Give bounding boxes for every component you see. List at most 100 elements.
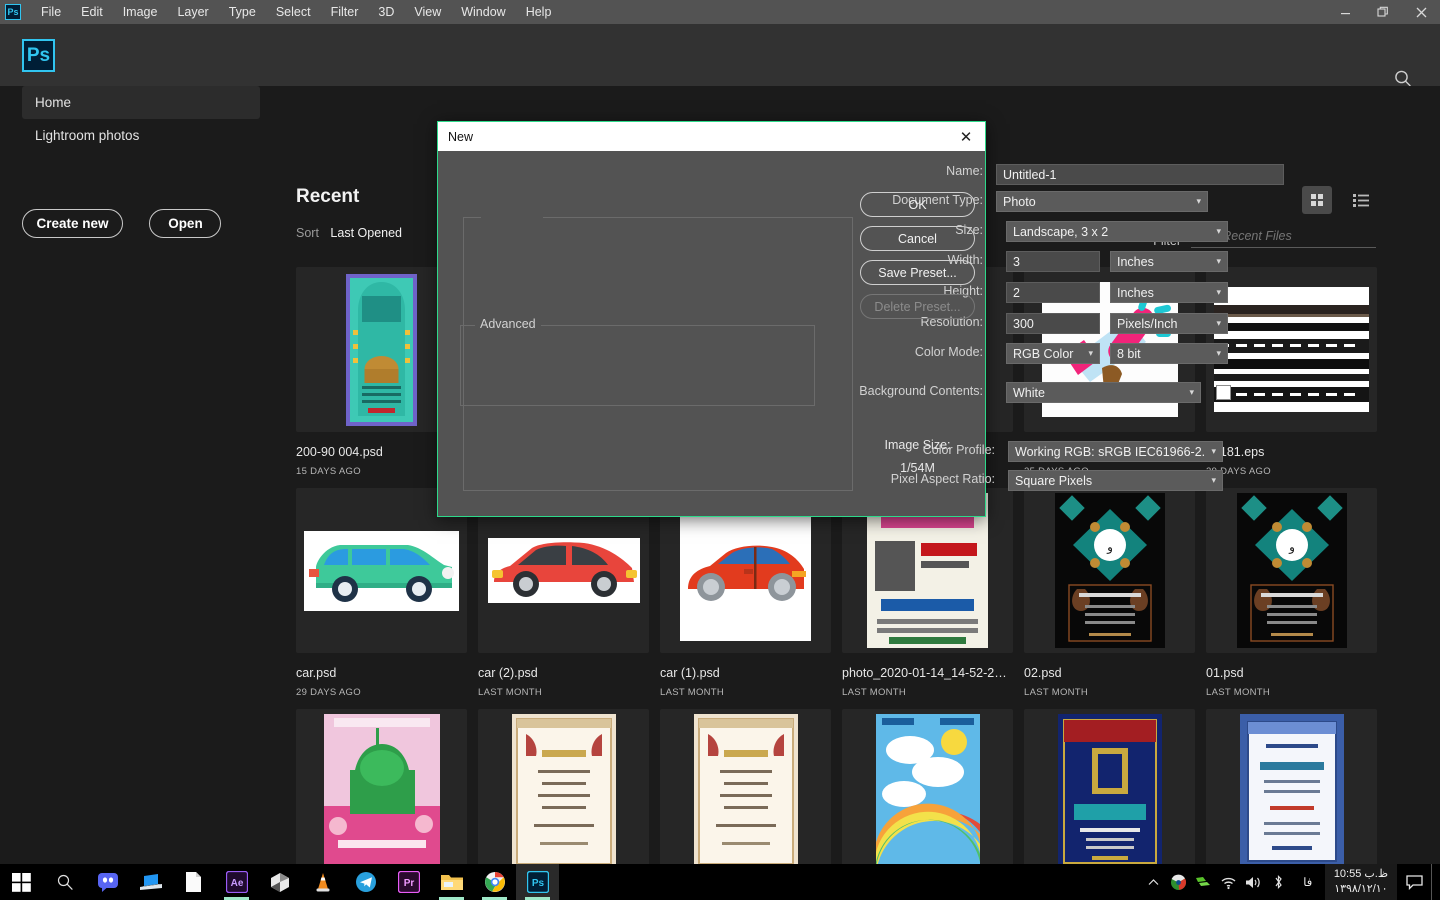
minimize-button[interactable] (1326, 0, 1364, 24)
start-button[interactable] (0, 864, 43, 900)
document-icon[interactable] (172, 864, 215, 900)
resolution-unit-select[interactable]: Pixels/Inch ▾ (1110, 313, 1228, 334)
chevron-down-icon: ▾ (1088, 348, 1093, 358)
chrome-icon[interactable] (473, 864, 516, 900)
menu-help[interactable]: Help (516, 0, 562, 24)
document-name-input[interactable] (996, 164, 1284, 185)
unity-icon[interactable] (258, 864, 301, 900)
vlc-cone-icon[interactable] (301, 864, 344, 900)
height-unit-select[interactable]: Inches ▾ (1110, 282, 1228, 303)
file-thumbnail[interactable]: و (1206, 488, 1377, 653)
file-card[interactable]: 19181.eps 29 DAYS AGO (1206, 267, 1377, 477)
taskbar-search-icon[interactable] (43, 864, 86, 900)
open-button[interactable]: Open (149, 209, 222, 238)
discord-icon[interactable] (86, 864, 129, 900)
file-card[interactable] (296, 709, 467, 887)
file-card[interactable]: car (1).psd LAST MONTH (660, 488, 831, 698)
resolution-input[interactable] (1006, 313, 1100, 334)
notification-icon[interactable] (1397, 874, 1431, 890)
menu-window[interactable]: Window (451, 0, 515, 24)
menu-edit[interactable]: Edit (71, 0, 113, 24)
bit-depth-select[interactable]: 8 bit ▾ (1110, 343, 1228, 364)
close-button[interactable] (1402, 0, 1440, 24)
color-mode-select[interactable]: RGB Color ▾ (1006, 343, 1100, 364)
clock-date: ۱۳۹۸/۱۲/۱۰ (1334, 883, 1388, 895)
advanced-group: Advanced (460, 317, 815, 406)
file-thumbnail[interactable] (478, 709, 649, 874)
premiere-pro-icon[interactable]: Pr (387, 864, 430, 900)
menu-image[interactable]: Image (113, 0, 168, 24)
color-profile-select[interactable]: Working RGB: sRGB IEC61966-2.1 ▾ (1008, 441, 1223, 462)
menu-filter[interactable]: Filter (321, 0, 369, 24)
ok-button[interactable]: OK (860, 192, 975, 217)
background-color-swatch[interactable] (1216, 385, 1231, 400)
sort-value[interactable]: Last Opened (330, 226, 402, 240)
file-date: LAST MONTH (660, 687, 725, 698)
file-thumbnail[interactable] (1206, 267, 1377, 432)
pixel-aspect-ratio-select[interactable]: Square Pixels ▾ (1008, 470, 1223, 491)
window-controls (1326, 0, 1440, 24)
nvidia-icon[interactable] (1191, 875, 1216, 890)
file-card[interactable] (660, 709, 831, 887)
width-unit-select[interactable]: Inches ▾ (1110, 251, 1228, 272)
image-size-label: Image Size: (884, 438, 951, 452)
list-view-icon[interactable] (1346, 186, 1376, 214)
height-input[interactable] (1006, 282, 1100, 303)
maximize-button[interactable] (1364, 0, 1402, 24)
file-thumbnail[interactable] (660, 709, 831, 874)
menu-file[interactable]: File (31, 0, 71, 24)
sidebar-item-home[interactable]: Home (22, 86, 260, 119)
after-effects-icon[interactable]: Ae (215, 864, 258, 900)
file-card[interactable] (1024, 709, 1195, 887)
menu-layer[interactable]: Layer (167, 0, 218, 24)
file-card[interactable]: photo_2020-01-14_14-52-26.... LAST MONTH (842, 488, 1013, 698)
volume-icon[interactable] (1241, 875, 1266, 890)
chevron-up-icon[interactable] (1141, 876, 1166, 889)
language-indicator[interactable]: فا (1291, 875, 1325, 889)
photoshop-taskbar-icon[interactable]: Ps (516, 864, 559, 900)
cancel-button[interactable]: Cancel (860, 226, 975, 251)
image-size-value: 1/54M (900, 461, 935, 475)
width-input[interactable] (1006, 251, 1100, 272)
telegram-icon[interactable] (344, 864, 387, 900)
sidebar-item-label: Lightroom photos (35, 128, 140, 143)
file-card[interactable]: car (2).psd LAST MONTH (478, 488, 649, 698)
close-icon[interactable]: ✕ (955, 128, 977, 146)
file-card[interactable] (478, 709, 649, 887)
file-card[interactable] (1206, 709, 1377, 887)
file-card[interactable]: car.psd 29 DAYS AGO (296, 488, 467, 698)
idm-icon[interactable] (1166, 874, 1191, 891)
document-type-value: Photo (1003, 194, 1036, 209)
file-explorer-icon[interactable] (430, 864, 473, 900)
menu-3d[interactable]: 3D (368, 0, 404, 24)
menu-type[interactable]: Type (219, 0, 266, 24)
sidebar-item-lightroom-photos[interactable]: Lightroom photos (22, 119, 260, 152)
menu-select[interactable]: Select (266, 0, 321, 24)
sort-control[interactable]: Sort Last Opened (296, 226, 402, 240)
clock[interactable]: 10:55 ظ.ب ۱۳۹۸/۱۲/۱۰ (1324, 864, 1397, 900)
document-type-select[interactable]: Photo ▾ (996, 191, 1208, 212)
file-thumbnail[interactable] (1206, 709, 1377, 874)
chevron-down-icon: ▾ (1216, 348, 1221, 358)
create-new-button[interactable]: Create new (22, 209, 123, 238)
file-thumbnail[interactable] (1024, 709, 1195, 874)
wifi-icon[interactable] (1216, 875, 1241, 890)
file-card[interactable]: و 02.psd LAST MONTH (1024, 488, 1195, 698)
menu-view[interactable]: View (404, 0, 451, 24)
file-card[interactable]: و 01.psd LAST MONTH (1206, 488, 1377, 698)
show-desktop-button[interactable] (1431, 864, 1440, 900)
grid-view-icon[interactable] (1302, 186, 1332, 214)
dialog-buttons: OK Cancel Save Preset... Delete Preset..… (860, 192, 975, 328)
clock-time: 10:55 ظ.ب (1333, 868, 1388, 880)
background-contents-select[interactable]: White ▾ (1006, 382, 1201, 403)
laptop-icon[interactable] (129, 864, 172, 900)
file-thumbnail[interactable] (296, 709, 467, 874)
file-thumbnail[interactable] (842, 709, 1013, 874)
size-select[interactable]: Landscape, 3 x 2 ▾ (1006, 221, 1228, 242)
bluetooth-icon[interactable] (1266, 874, 1291, 890)
file-name: car.psd (296, 666, 337, 680)
file-thumbnail[interactable]: و (1024, 488, 1195, 653)
save-preset-button[interactable]: Save Preset... (860, 260, 975, 285)
sort-label: Sort (296, 226, 319, 240)
file-card[interactable] (842, 709, 1013, 887)
